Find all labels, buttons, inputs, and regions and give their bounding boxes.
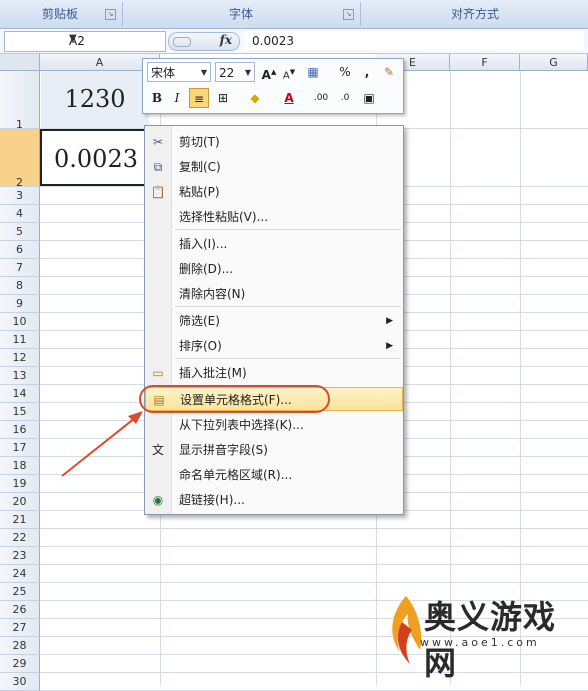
watermark-url: www.aoe1.com [420,636,540,649]
annotation-arrow [61,411,143,477]
flame-logo-icon [392,596,422,664]
watermark: 奥义游戏网 www.aoe1.com [384,592,588,685]
